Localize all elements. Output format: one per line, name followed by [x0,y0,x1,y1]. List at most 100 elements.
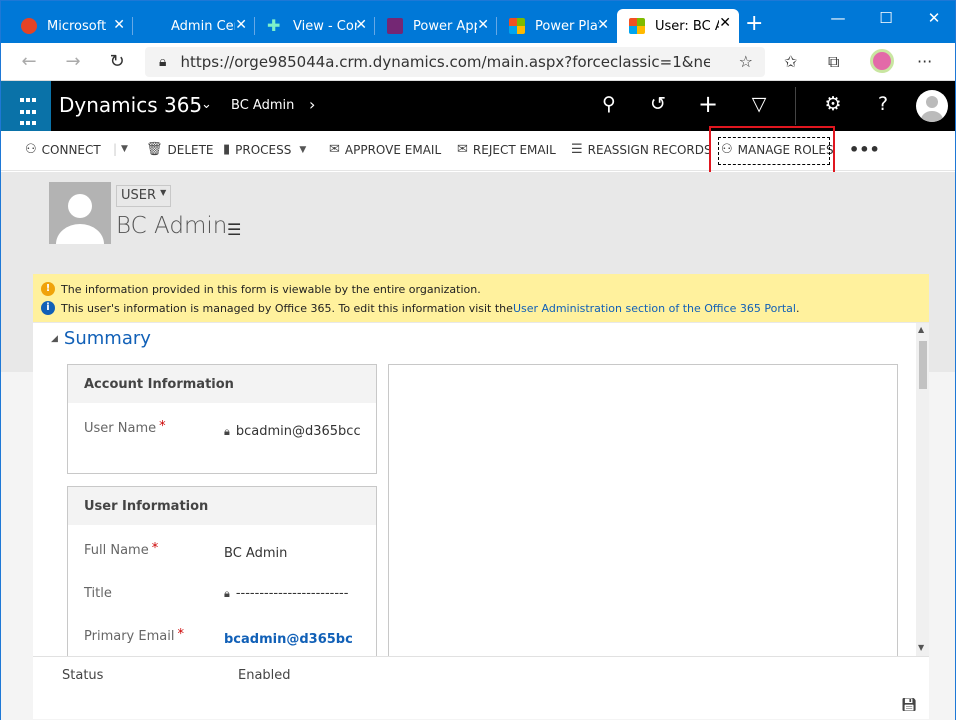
breadcrumb[interactable]: BC Admin [231,98,294,113]
notification-text: The information provided in this form is… [61,282,481,296]
user-photo[interactable] [49,182,111,244]
tab-user-bc-admin[interactable]: User: BC A ✕ [617,9,739,43]
process-icon: ▮ [223,142,231,157]
delete-button[interactable]: 🗑︎ DELETE [146,142,214,157]
gear-icon[interactable]: ⚙ [819,93,847,115]
more-commands-icon[interactable]: ••• [849,140,880,159]
user-name-label: User Name * [84,420,166,436]
field-label: Title [84,586,112,601]
favorites-icon[interactable]: ✩ [784,52,797,71]
info-notification: i This user's information is managed by … [41,301,799,315]
collapse-triangle-icon[interactable]: ◢ [51,334,58,344]
scroll-down-icon[interactable]: ▼ [918,643,924,652]
highlight-box [709,126,835,176]
close-window-icon[interactable]: ✕ [919,9,949,27]
field-label: User Name [84,421,157,436]
minimize-icon[interactable]: — [823,9,853,27]
collections-icon[interactable]: ⧉ [828,52,839,72]
new-tab-button[interactable]: + [745,13,763,35]
approve-email-button[interactable]: ✉ APPROVE EMAIL [329,142,441,157]
title-field[interactable]: 🔒︎ ------------------------ [224,586,348,601]
command-label: REJECT EMAIL [472,142,556,157]
tab-microsoft[interactable]: Microsoft ✕ [9,11,133,41]
right-pane [388,364,898,659]
tab-label: Power Plat [535,18,599,34]
required-marker: * [177,627,184,642]
close-icon[interactable]: ✕ [235,18,247,32]
power-apps-favicon-icon [387,18,403,34]
field-label: Primary Email [84,629,175,644]
office-portal-link[interactable]: User Administration section of the Offic… [513,302,796,315]
notification-bar: ! The information provided in this form … [33,274,929,322]
save-icon[interactable]: 💾︎ [901,698,918,713]
command-label: PROCESS [235,142,292,157]
user-avatar[interactable] [916,90,948,122]
connect-dropdown-button[interactable]: | ▼ [113,142,128,156]
tab-view[interactable]: ✚ View - Cor ✕ [255,11,375,41]
microsoft-favicon-icon [21,18,37,34]
tab-label: User: BC A [655,18,719,34]
tab-admin-center[interactable]: Admin Cen ✕ [133,11,255,41]
close-icon[interactable]: ✕ [477,18,489,32]
warning-icon: ! [41,282,55,296]
field-value: bcadmin@d365bc [224,632,353,647]
status-label: Status [62,668,104,683]
plus-icon[interactable]: + [694,90,722,118]
chevron-right-icon[interactable]: › [309,95,315,114]
connect-button[interactable]: ⚇ CONNECT [25,142,101,157]
close-icon[interactable]: ✕ [719,16,731,30]
tab-label: Admin Cen [171,18,235,34]
record-type-selector[interactable]: USER ▼ [116,185,172,207]
primary-email-field[interactable]: bcadmin@d365bc [224,632,353,647]
form-scrollbar[interactable]: ▲ ▼ [916,323,929,656]
scroll-up-icon[interactable]: ▲ [918,325,924,334]
profile-avatar[interactable] [870,49,894,73]
microsoft-logo-icon [629,18,645,34]
close-icon[interactable]: ✕ [113,18,125,32]
reassign-records-button[interactable]: ☰ REASSIGN RECORDS [571,142,712,157]
url-input[interactable]: 🔒︎ https://orge985044a.crm.dynamics.com/… [145,47,765,77]
favorite-star-icon[interactable]: ☆ [739,52,753,71]
notification-text: This user's information is managed by Of… [61,301,513,315]
browser-window: Microsoft ✕ Admin Cen ✕ ✚ View - Cor ✕ P… [0,0,956,720]
refresh-icon[interactable]: ↻ [105,51,129,72]
info-icon: i [41,301,55,315]
scroll-thumb[interactable] [919,341,927,389]
status-bar: Status Enabled [33,656,929,694]
reject-email-button[interactable]: ✉ REJECT EMAIL [457,142,556,157]
user-information-section: User Information Full Name * BC Admin Tit… [67,486,377,661]
tab-power-apps[interactable]: Power App ✕ [375,11,497,41]
tab-bar: Microsoft ✕ Admin Cen ✕ ✚ View - Cor ✕ P… [1,1,955,43]
reassign-icon: ☰ [571,142,583,157]
process-button[interactable]: ▮ PROCESS ▼ [223,142,306,157]
user-name-field[interactable]: 🔒︎ bcadmin@d365bcc [224,424,361,439]
dropdown-arrow-icon: ▼ [299,144,307,155]
record-menu-icon[interactable]: ☰ [227,220,241,239]
field-value: ------------------------ [235,586,349,601]
section-title: Summary [63,328,151,349]
save-bar: 💾︎ [33,694,929,719]
search-icon[interactable]: ⚲ [595,93,623,115]
filter-icon[interactable]: ▽ [745,93,773,115]
forward-icon[interactable]: → [61,51,85,72]
more-icon[interactable]: ··· [917,52,932,71]
close-icon[interactable]: ✕ [355,18,367,32]
record-type-label: USER [121,188,157,203]
field-value: bcadmin@d365bcc [235,424,361,439]
view-favicon-icon: ✚ [267,16,281,35]
history-icon[interactable]: ↺ [644,93,672,115]
app-launcher-icon[interactable] [1,81,51,131]
section-summary-header[interactable]: ◢ Summary [51,328,151,349]
maximize-icon[interactable]: ☐ [871,9,901,27]
dropdown-arrow-icon: ▼ [160,188,167,197]
brand-title[interactable]: Dynamics 365 [59,93,202,117]
full-name-field[interactable]: BC Admin [224,546,287,561]
help-icon[interactable]: ? [869,93,897,115]
tab-power-platform[interactable]: Power Plat ✕ [497,11,617,41]
close-icon[interactable]: ✕ [597,18,609,32]
lock-icon: 🔒︎ [224,586,230,600]
field-label: Full Name [84,543,149,558]
chevron-down-icon[interactable]: ⌄ [201,97,212,112]
status-value: Enabled [238,668,291,683]
back-icon[interactable]: ← [17,51,41,72]
